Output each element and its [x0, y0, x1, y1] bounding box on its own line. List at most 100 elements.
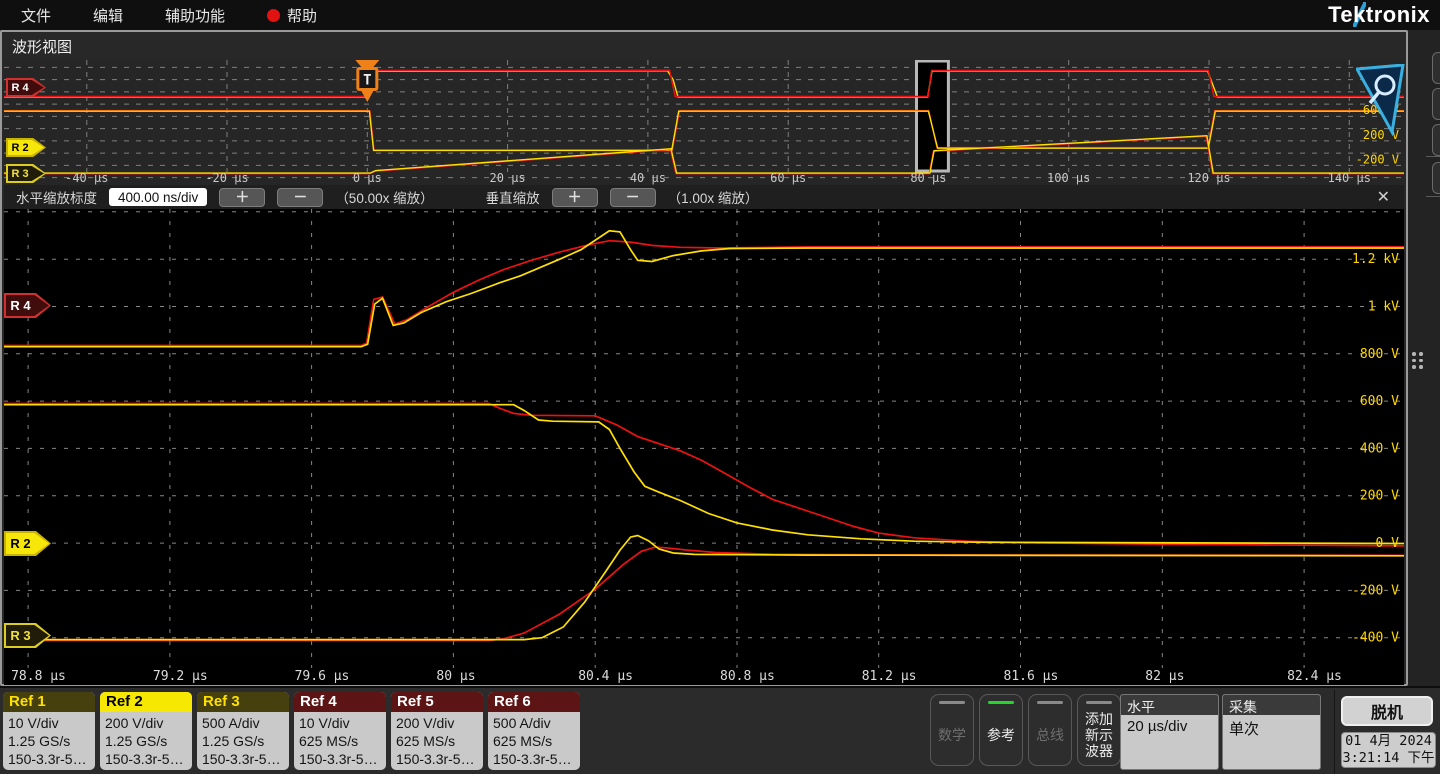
vzoom-label: 垂直缩放: [485, 191, 540, 206]
ref-setting-line: 200 V/div: [396, 715, 455, 731]
ref-badge-ref6[interactable]: Ref 6 500 A/div 625 MS/s 150-3.3r-5…: [488, 692, 580, 770]
main-waveform-chart[interactable]: 78.8 µs 79.2 µs 79.6 µs 80 µs 80.4 µs 80.8 µs…: [4, 209, 1404, 685]
scope-button-总线[interactable]: 总线: [1028, 694, 1072, 766]
channel-badge-label: R 3: [11, 167, 29, 180]
time-tick-label: 81.6 µs: [1004, 669, 1059, 684]
channel-badge-r2[interactable]: R 2: [6, 138, 46, 157]
menu-item-帮助[interactable]: 帮助: [246, 0, 338, 30]
datetime-display: 01 4月 2024 3:21:14 下午: [1341, 732, 1436, 768]
zoom-overview-icon[interactable]: [1354, 63, 1406, 141]
time-tick-label: 140 µs: [1328, 171, 1371, 185]
vzoom-minus-button[interactable]: －: [609, 187, 656, 207]
menu-item-文件[interactable]: 文件: [0, 0, 72, 30]
trace-xiner-mid: [4, 110, 1404, 152]
time-tick-label: 80 µs: [436, 669, 475, 684]
legend-xiner-label: Xiner: [56, 217, 122, 247]
channel-badge-r4[interactable]: R 4: [6, 78, 46, 97]
menu-item-label: 编辑: [93, 7, 124, 25]
ref-badge-title: Ref 2: [100, 692, 192, 712]
ref-badges-row: Ref 1 10 V/div 1.25 GS/s 150-3.3r-5… Ref 2 20…: [3, 692, 580, 770]
channel-badge-label: R 2: [11, 141, 29, 154]
ref-badge-settings: 200 V/div 1.25 GS/s 150-3.3r-5…: [100, 712, 192, 768]
volt-tick-label: 1.2 kV: [1352, 252, 1399, 267]
hzoom-scale-label: 水平缩放标度: [16, 191, 97, 206]
channel-badge-r3[interactable]: R 3: [6, 164, 46, 183]
horizontal-panel-value: 20 µs/div: [1127, 718, 1188, 735]
ref-setting-line: 150-3.3r-5…: [299, 751, 378, 767]
ref-badge-ref4[interactable]: Ref 4 10 V/div 625 MS/s 150-3.3r-5…: [294, 692, 386, 770]
ref-setting-line: 200 V/div: [105, 715, 164, 731]
edge-button[interactable]: [1432, 162, 1440, 194]
ref-badge-ref2[interactable]: Ref 2 200 V/div 1.25 GS/s 150-3.3r-5…: [100, 692, 192, 770]
offline-button[interactable]: 脱机: [1341, 696, 1433, 726]
ref-badge-title: Ref 1: [3, 692, 95, 712]
ref-badge-settings: 500 A/div 1.25 GS/s 150-3.3r-5…: [197, 712, 289, 768]
ref-setting-line: 150-3.3r-5…: [202, 751, 281, 767]
ref-badge-settings: 500 A/div 625 MS/s 150-3.3r-5…: [488, 712, 580, 768]
vzoom-plus-button[interactable]: ＋: [551, 187, 598, 207]
time-tick-label: 0 µs: [353, 171, 382, 185]
time-text: 3:21:14 下午: [1342, 750, 1435, 766]
volt-tick-label: 400 V: [1360, 441, 1399, 456]
hzoom-scale-input[interactable]: 400.00 ns/div: [109, 188, 208, 206]
time-tick-label: 79.2 µs: [153, 669, 208, 684]
acquisition-panel-value: 单次: [1229, 721, 1260, 738]
divider: [1426, 156, 1440, 157]
ref-setting-line: 150-3.3r-5…: [8, 751, 87, 767]
time-tick-label: 82 µs: [1145, 669, 1184, 684]
edge-button[interactable]: [1432, 88, 1440, 120]
menu-items: 文件 编辑 辅助功能 帮助: [0, 0, 338, 30]
ref-badge-settings: 10 V/div 1.25 GS/s 150-3.3r-5…: [3, 712, 95, 768]
edge-button[interactable]: [1432, 52, 1440, 84]
waveform-view-title: 波形视图: [12, 39, 73, 56]
channel-badge-r2[interactable]: R 2: [4, 531, 51, 556]
ref-badge-settings: 200 V/div 625 MS/s 150-3.3r-5…: [391, 712, 483, 768]
channel-badge-r4[interactable]: R 4: [4, 293, 51, 318]
tektronix-logo: Tektronix: [1328, 2, 1430, 27]
scope-button-参考[interactable]: 参考: [979, 694, 1023, 766]
scope-button-数学[interactable]: 数学: [930, 694, 974, 766]
trigger-label: T: [363, 73, 371, 89]
time-tick-label: -40 µs: [65, 171, 108, 185]
right-edge-strip: [1408, 30, 1440, 686]
ref-setting-line: 150-3.3r-5…: [493, 751, 572, 767]
ref-setting-line: 500 A/div: [493, 715, 551, 731]
ref-badge-ref5[interactable]: Ref 5 200 V/div 625 MS/s 150-3.3r-5…: [391, 692, 483, 770]
ref-badge-ref3[interactable]: Ref 3 500 A/div 1.25 GS/s 150-3.3r-5…: [197, 692, 289, 770]
ref-badge-title: Ref 6: [488, 692, 580, 712]
close-zoom-icon[interactable]: ✕: [1377, 187, 1404, 207]
hzoom-plus-button[interactable]: ＋: [219, 187, 266, 207]
ref-setting-line: 625 MS/s: [299, 733, 359, 749]
date-text: 01 4月 2024: [1345, 733, 1432, 749]
menu-item-编辑[interactable]: 编辑: [72, 0, 144, 30]
scope-button-添加新示波器[interactable]: 添加新示波器: [1077, 694, 1121, 766]
volt-tick-label: 0 V: [1376, 536, 1400, 551]
horizontal-panel-title: 水平: [1121, 695, 1218, 715]
horizontal-panel[interactable]: 水平 20 µs/div: [1120, 694, 1219, 770]
scope-button-label: 添加新示波器: [1085, 710, 1113, 759]
time-tick-label: 100 µs: [1047, 171, 1090, 185]
ref-badge-ref1[interactable]: Ref 1 10 V/div 1.25 GS/s 150-3.3r-5…: [3, 692, 95, 770]
zoom-controls-bar: 水平缩放标度 400.00 ns/div ＋ － （50.00x 缩放） 垂直缩…: [4, 185, 1404, 209]
time-tick-label: 60 µs: [770, 171, 806, 185]
time-tick-label: -20 µs: [205, 171, 248, 185]
time-tick-label: 80.4 µs: [578, 669, 633, 684]
overview-waveform-chart[interactable]: -40 µs -20 µs 0 µs 20 µs 40 µs 60 µs 80 µs 100 …: [4, 60, 1404, 185]
menu-item-辅助功能[interactable]: 辅助功能: [144, 0, 246, 30]
drag-handle[interactable]: [1412, 352, 1423, 369]
edge-button[interactable]: [1432, 124, 1440, 156]
time-tick-label: 80.8 µs: [720, 669, 775, 684]
ref-badge-title: Ref 3: [197, 692, 289, 712]
time-tick-label: 79.6 µs: [295, 669, 350, 684]
time-tick-label: 40 µs: [630, 171, 666, 185]
ref-setting-line: 625 MS/s: [396, 733, 456, 749]
volt-tick-label: 1 kV: [1368, 300, 1399, 315]
ref-setting-line: 10 V/div: [299, 715, 350, 731]
trace-xiner-high: [4, 69, 1404, 98]
channel-badge-r3[interactable]: R 3: [4, 623, 51, 648]
hzoom-minus-button[interactable]: －: [277, 187, 324, 207]
trace-competitor-mid: [4, 402, 1404, 547]
time-tick-label: 82.4 µs: [1287, 669, 1342, 684]
acquisition-panel[interactable]: 采集 单次: [1222, 694, 1321, 770]
volt-tick-label: -400 V: [1352, 631, 1399, 646]
